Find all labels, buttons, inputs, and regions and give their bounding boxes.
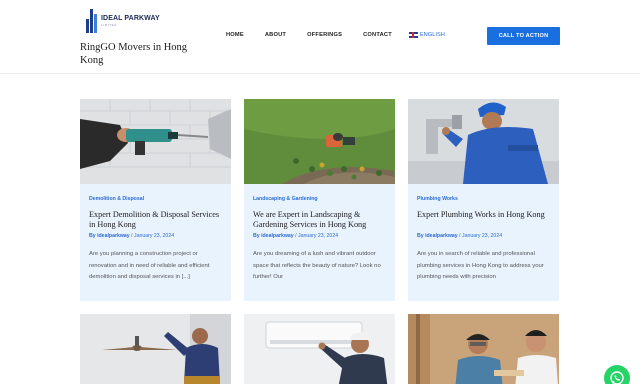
post-thumbnail[interactable] bbox=[80, 99, 231, 184]
post-card[interactable] bbox=[408, 314, 559, 384]
nav-contact[interactable]: CONTACT bbox=[363, 32, 392, 38]
uk-flag-icon bbox=[408, 32, 418, 38]
post-thumbnail[interactable] bbox=[408, 99, 559, 184]
post-meta: By idealparkway / January 23, 2024 bbox=[89, 233, 175, 239]
post-thumbnail[interactable] bbox=[244, 314, 395, 384]
language-label: ENGLISH bbox=[419, 32, 445, 38]
site-logo[interactable]: IDEAL PARKWAY LIMITED bbox=[86, 9, 166, 35]
post-thumbnail[interactable] bbox=[244, 99, 395, 184]
post-title[interactable]: We are Expert in Landscaping & Gardening… bbox=[253, 210, 389, 230]
main-nav: HOME ABOUT OFFERINGS CONTACT ENGLISH bbox=[226, 32, 445, 38]
post-meta: By idealparkway / January 23, 2024 bbox=[253, 233, 339, 239]
post-card[interactable] bbox=[244, 314, 395, 384]
post-date: January 23, 2024 bbox=[462, 233, 503, 239]
post-author[interactable]: By idealparkway bbox=[253, 233, 294, 239]
post-card[interactable]: Landscaping & Gardening We are Expert in… bbox=[244, 99, 395, 301]
nav-home[interactable]: HOME bbox=[226, 32, 244, 38]
whatsapp-icon bbox=[610, 371, 624, 384]
nav-about[interactable]: ABOUT bbox=[265, 32, 286, 38]
site-title[interactable]: RingGO Movers in Hong Kong bbox=[80, 41, 210, 67]
post-card[interactable] bbox=[80, 314, 231, 384]
post-author[interactable]: By idealparkway bbox=[89, 233, 130, 239]
post-thumbnail[interactable] bbox=[408, 314, 559, 384]
logo-name: IDEAL PARKWAY bbox=[101, 15, 160, 22]
logo-subtitle: LIMITED bbox=[101, 23, 118, 27]
post-date: January 23, 2024 bbox=[298, 233, 339, 239]
whatsapp-chat-button[interactable] bbox=[604, 365, 630, 384]
call-to-action-button[interactable]: CALL TO ACTION bbox=[487, 27, 560, 45]
post-thumbnail[interactable] bbox=[80, 314, 231, 384]
post-title[interactable]: Expert Plumbing Works in Hong Kong bbox=[417, 210, 553, 220]
post-excerpt: Are you in search of reliable and profes… bbox=[417, 251, 544, 280]
post-category[interactable]: Landscaping & Gardening bbox=[253, 196, 318, 202]
language-switcher[interactable]: ENGLISH bbox=[408, 32, 445, 38]
site-header: IDEAL PARKWAY LIMITED RingGO Movers in H… bbox=[0, 0, 640, 74]
post-card[interactable]: Demolition & Disposal Expert Demolition … bbox=[80, 99, 231, 301]
post-category[interactable]: Plumbing Works bbox=[417, 196, 458, 202]
post-card[interactable]: Plumbing Works Expert Plumbing Works in … bbox=[408, 99, 559, 301]
post-excerpt: Are you planning a construction project … bbox=[89, 251, 210, 280]
post-excerpt: Are you dreaming of a lush and vibrant o… bbox=[253, 251, 381, 280]
nav-offerings[interactable]: OFFERINGS bbox=[307, 32, 342, 38]
post-author[interactable]: By idealparkway bbox=[417, 233, 458, 239]
post-meta: By idealparkway / January 23, 2024 bbox=[417, 233, 503, 239]
logo-mark-icon bbox=[86, 9, 98, 33]
post-category[interactable]: Demolition & Disposal bbox=[89, 196, 144, 202]
post-date: January 23, 2024 bbox=[134, 233, 175, 239]
post-title[interactable]: Expert Demolition & Disposal Services in… bbox=[89, 210, 225, 230]
